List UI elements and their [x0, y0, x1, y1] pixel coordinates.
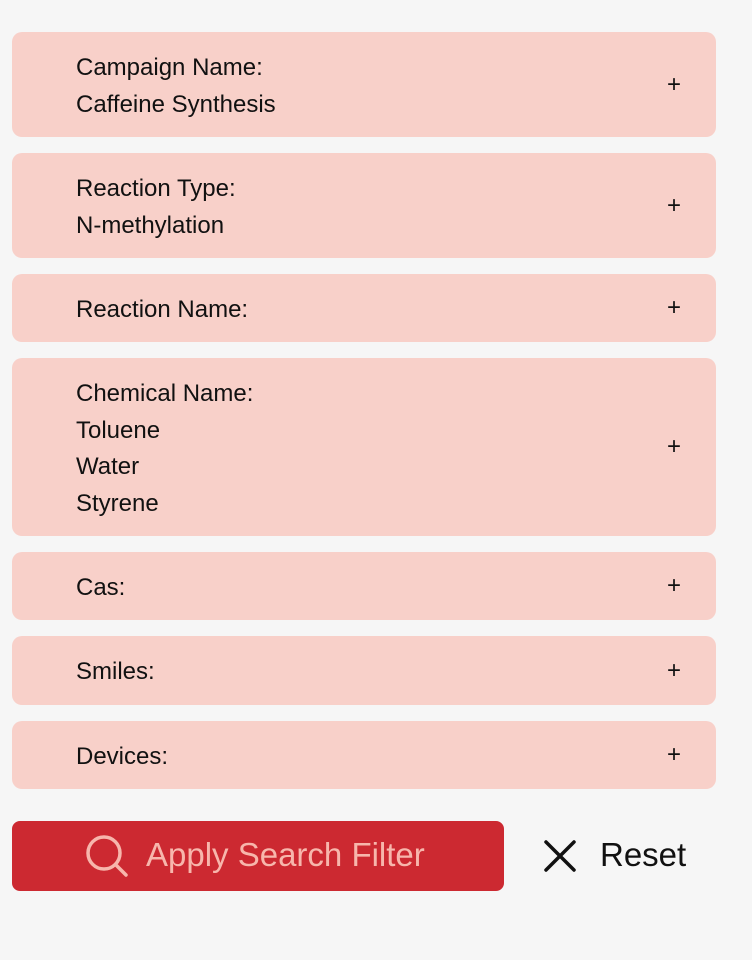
expand-plus-icon[interactable]: +: [666, 72, 682, 97]
filter-label: Reaction Type:: [76, 175, 236, 202]
expand-plus-icon[interactable]: +: [666, 743, 682, 767]
expand-plus-icon[interactable]: +: [666, 193, 682, 218]
filter-value: N-methylation: [76, 211, 225, 239]
filter-value: Styrene: [76, 489, 159, 517]
expand-plus-icon[interactable]: +: [666, 574, 682, 598]
expand-plus-icon[interactable]: +: [666, 435, 682, 459]
filter-chemical-name[interactable]: Chemical Name: Toluene Water Styrene +: [12, 358, 716, 536]
filter-label: Smiles:: [76, 658, 155, 685]
search-filter-form: Campaign Name: Caffeine Synthesis + Reac…: [0, 0, 752, 960]
filter-reaction-name-content: Reaction Name:: [76, 292, 636, 329]
filter-cas[interactable]: Cas: +: [12, 552, 716, 620]
filter-smiles[interactable]: Smiles: +: [12, 636, 716, 705]
close-icon: [544, 840, 576, 872]
filter-reaction-name[interactable]: Reaction Name: +: [12, 274, 716, 342]
filter-label: Cas:: [76, 574, 126, 601]
filter-cas-content: Cas:: [76, 570, 636, 607]
filter-devices[interactable]: Devices: +: [12, 721, 716, 789]
filter-label: Devices:: [76, 743, 169, 770]
filter-chemical-name-content: Chemical Name: Toluene Water Styrene: [76, 376, 636, 522]
search-icon: [86, 835, 128, 877]
filter-label: Chemical Name:: [76, 380, 254, 407]
apply-search-filter-button[interactable]: Apply Search Filter: [12, 821, 504, 891]
expand-plus-icon[interactable]: +: [666, 296, 682, 320]
filter-label: Reaction Name:: [76, 296, 249, 323]
filter-label: Campaign Name:: [76, 54, 263, 81]
filter-reaction-type[interactable]: Reaction Type: N-methylation +: [12, 153, 716, 258]
filter-value: Caffeine Synthesis: [76, 90, 276, 118]
filter-smiles-content: Smiles:: [76, 654, 636, 691]
expand-plus-icon[interactable]: +: [666, 658, 682, 683]
filter-reaction-type-content: Reaction Type: N-methylation: [76, 171, 636, 244]
filter-value: Water: [76, 453, 140, 480]
filter-value: Toluene: [76, 416, 161, 444]
filter-campaign-name[interactable]: Campaign Name: Caffeine Synthesis +: [12, 32, 716, 137]
reset-button[interactable]: Reset: [540, 830, 720, 884]
apply-search-filter-label: Apply Search Filter: [146, 836, 425, 873]
reset-label: Reset: [600, 836, 687, 873]
filter-devices-content: Devices:: [76, 739, 636, 776]
filter-campaign-name-content: Campaign Name: Caffeine Synthesis: [76, 50, 636, 123]
